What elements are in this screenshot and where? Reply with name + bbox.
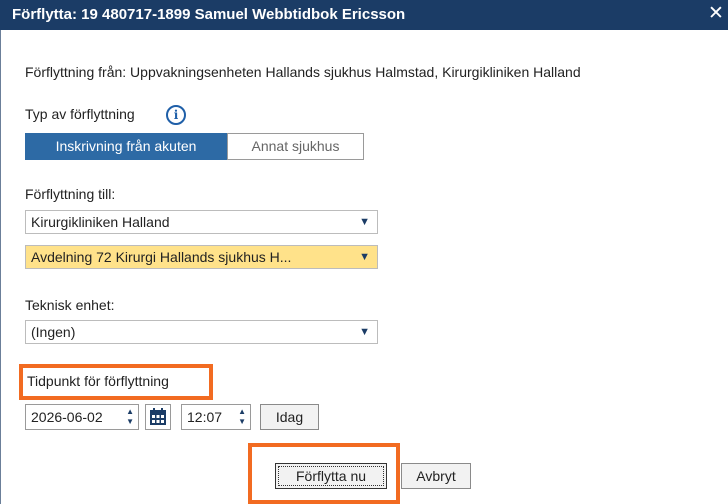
transfer-to-label: Förflyttning till: — [25, 186, 116, 202]
technical-unit-value: (Ingen) — [31, 324, 76, 340]
time-stepper[interactable]: 12:07 ▲ ▼ — [181, 404, 251, 430]
today-button[interactable]: Idag — [260, 404, 319, 430]
transfer-type-label: Typ av förflyttning — [25, 106, 135, 122]
clinic-select-value: Kirurgikliniken Halland — [31, 214, 170, 230]
calendar-icon — [150, 408, 166, 425]
spinner-icon[interactable]: ▲ ▼ — [238, 407, 246, 427]
technical-unit-select[interactable]: (Ingen) ▼ — [25, 320, 378, 344]
info-icon[interactable]: i — [166, 105, 186, 125]
move-now-button[interactable]: Förflytta nu — [275, 463, 387, 489]
chevron-down-icon: ▼ — [359, 216, 370, 228]
calendar-button[interactable] — [145, 404, 171, 430]
timepoint-label: Tidpunkt för förflyttning — [27, 373, 169, 389]
chevron-down-icon: ▼ — [359, 326, 370, 338]
time-value: 12:07 — [187, 409, 223, 425]
date-stepper[interactable]: 2026-06-02 ▲ ▼ — [25, 404, 139, 430]
close-icon[interactable]: ✕ — [708, 3, 724, 25]
spinner-icon[interactable]: ▲ ▼ — [126, 407, 134, 427]
clinic-select[interactable]: Kirurgikliniken Halland ▼ — [25, 210, 378, 234]
dialog-border — [0, 30, 1, 504]
cancel-button[interactable]: Avbryt — [401, 463, 471, 489]
dialog-title: Förflytta: 19 480717-1899 Samuel Webbtid… — [12, 6, 406, 23]
unit-select-value: Avdelning 72 Kirurgi Hallands sjukhus H.… — [31, 249, 292, 265]
chevron-down-icon: ▼ — [359, 251, 370, 263]
date-value: 2026-06-02 — [31, 409, 103, 425]
transfer-from-text: Förflyttning från: Uppvakningsenheten Ha… — [25, 64, 581, 80]
technical-unit-label: Teknisk enhet: — [25, 297, 115, 313]
segment-other-hospital[interactable]: Annat sjukhus — [227, 133, 364, 160]
segment-emergency-admission[interactable]: Inskrivning från akuten — [25, 133, 227, 160]
unit-select[interactable]: Avdelning 72 Kirurgi Hallands sjukhus H.… — [25, 245, 378, 269]
